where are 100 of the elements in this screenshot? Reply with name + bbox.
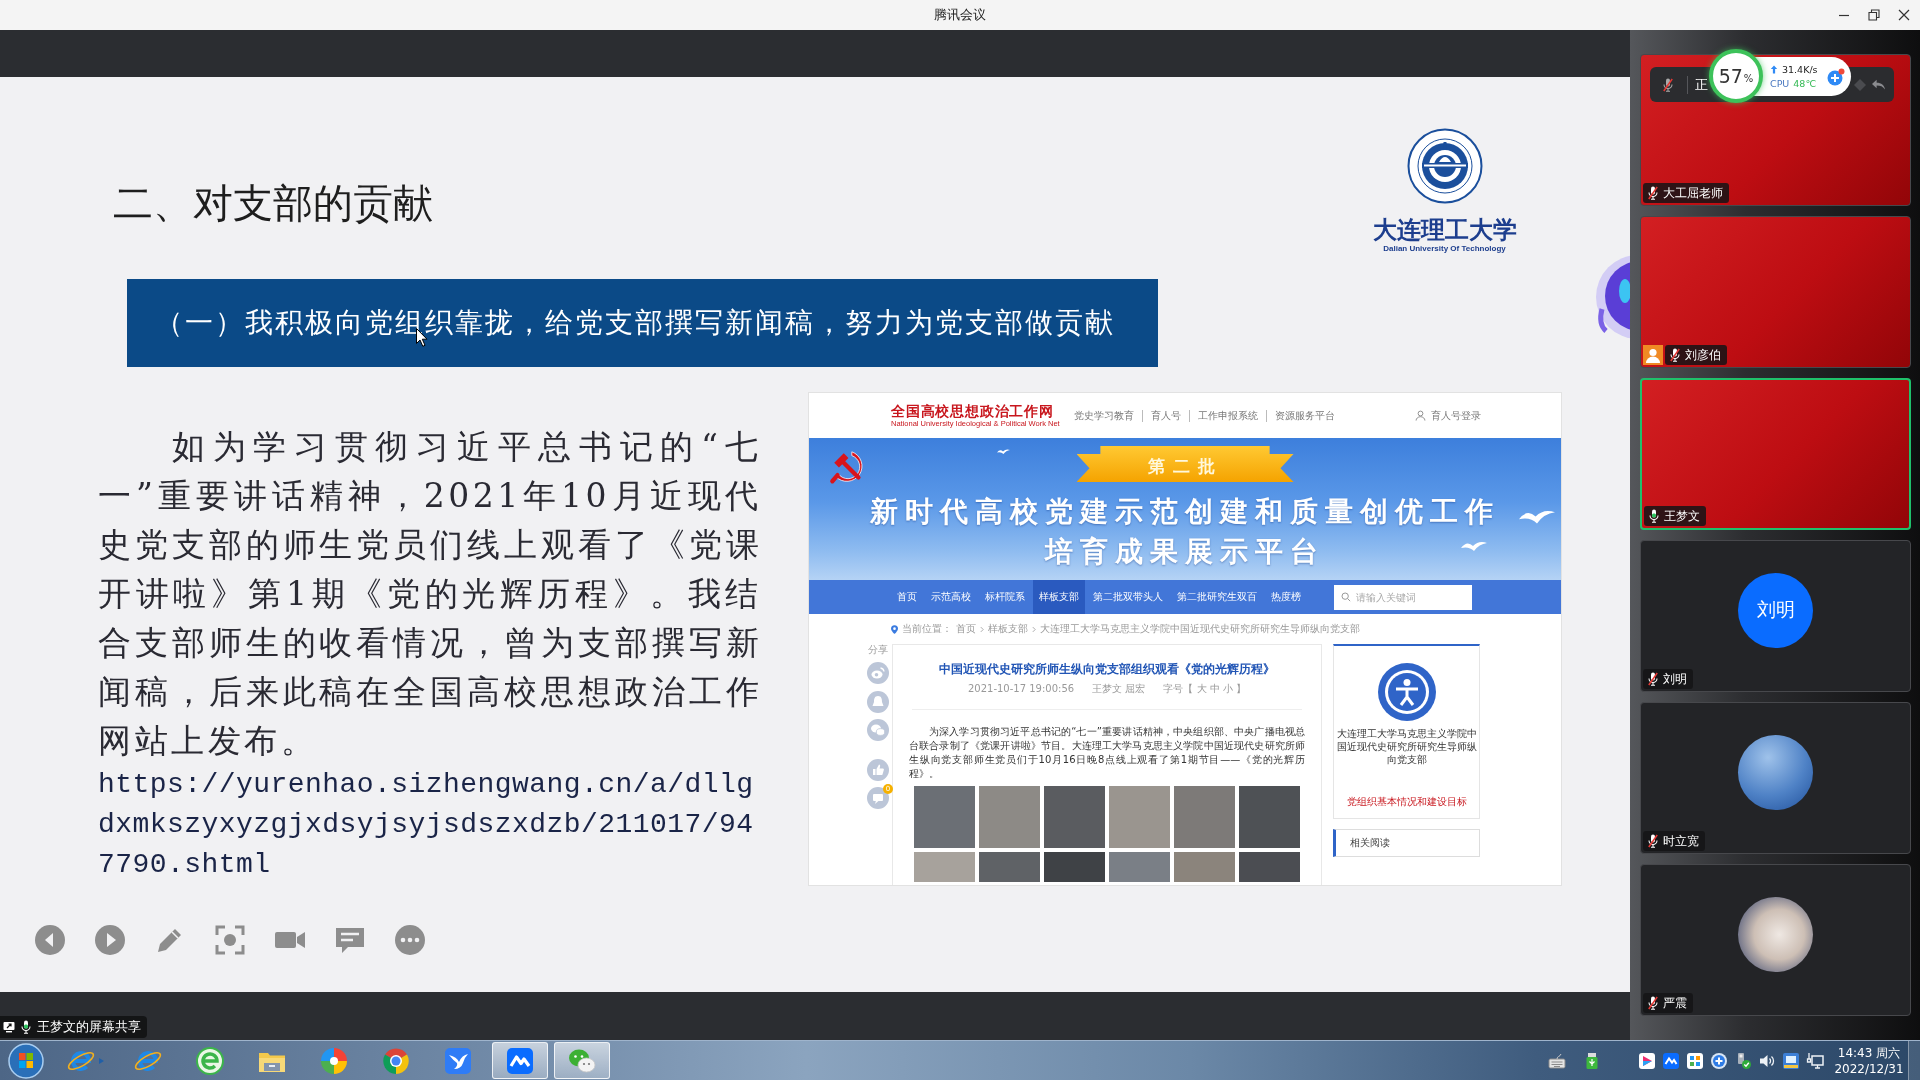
- usage-unit: %: [1743, 74, 1754, 84]
- site-name: 全国高校思想政治工作网: [891, 403, 1054, 419]
- breadcrumb-label: 当前位置：: [902, 622, 952, 636]
- slide-heading: 二、对支部的贡献: [113, 180, 433, 226]
- window-title: 腾讯会议: [934, 6, 986, 24]
- nav-item: 第二批研究生双百: [1176, 590, 1258, 604]
- pin-icon: [891, 624, 898, 634]
- bird-icon: [997, 448, 1010, 455]
- status-text: 正: [1695, 75, 1708, 94]
- pinwheel-icon: [319, 1045, 349, 1076]
- branch-name: 大连理工大学马克思主义学院中国近现代史研究所研究生导师纵向党支部: [1335, 727, 1478, 766]
- wave-logo-icon[interactable]: [1662, 1051, 1680, 1070]
- chevron-icon: [1032, 625, 1036, 633]
- close-icon[interactable]: [1898, 9, 1910, 21]
- chevron-icon: [980, 625, 984, 633]
- photo-placeholder: [914, 786, 975, 848]
- plus-circle-icon[interactable]: [1827, 67, 1845, 86]
- photo-placeholder: [1174, 852, 1235, 882]
- cpu-label: CPU: [1770, 78, 1790, 89]
- seal-icon: [1406, 128, 1483, 204]
- user-icon: [1415, 410, 1426, 421]
- language-icon[interactable]: [1782, 1051, 1800, 1070]
- restore-icon[interactable]: [1868, 9, 1880, 21]
- photo-placeholder: [1239, 786, 1300, 848]
- show-desktop-button[interactable]: [1908, 1041, 1920, 1080]
- diamond-icon: [1853, 77, 1867, 92]
- taskbar-app-button[interactable]: [554, 1042, 610, 1079]
- related-reading-header: 相关阅读: [1333, 829, 1480, 857]
- top-link: 育人号: [1141, 409, 1189, 422]
- start-orb-icon[interactable]: [8, 1042, 44, 1079]
- cpu-temperature: 48℃: [1793, 78, 1817, 89]
- more-icon[interactable]: [394, 924, 426, 956]
- participant-name: 严震: [1663, 994, 1687, 1012]
- up-arrow-icon: [1770, 65, 1778, 74]
- nav-item: 第二批双带头人: [1092, 590, 1164, 604]
- photo-placeholder: [1044, 852, 1105, 882]
- clock-date: 2022/12/31: [1834, 1060, 1904, 1077]
- university-name-en: Dalian University Of Technology: [1383, 244, 1506, 254]
- upload-speed: 31.4K/s: [1782, 64, 1818, 75]
- usage-value: 57: [1718, 66, 1743, 86]
- font-size-options: 字号【 大 中 小 】: [1163, 682, 1247, 695]
- banner-title-line: 新时代高校党建示范创建和质量创优工作: [870, 494, 1500, 530]
- nav-item: 示范高校: [930, 590, 972, 604]
- bell-icon: [867, 691, 889, 713]
- top-link: 工作申报系统: [1188, 409, 1266, 422]
- tricolor-circle-icon: [381, 1045, 411, 1076]
- ribbon-label: 第二批: [1076, 446, 1294, 482]
- mic-icon: [21, 1020, 31, 1034]
- top-link: 党史学习教育: [1072, 409, 1135, 422]
- comment-icon: [867, 787, 889, 809]
- article-date: 2021-10-17 19:00:56: [967, 682, 1075, 695]
- e-logo-icon: [195, 1045, 225, 1076]
- photo-placeholder: [979, 786, 1040, 848]
- url-text: https://yurenhao.sizhengwang.cn/a/dllgdxmkszyxyzgjxdsyjsyjsdszxdzb/211017/947790.shtml: [98, 768, 754, 882]
- banner-title-line: 培育成果展示平台: [1045, 534, 1325, 570]
- nav-item: 首页: [896, 590, 918, 604]
- top-link: 资源服务平台: [1265, 409, 1343, 422]
- play-logo-icon[interactable]: [1638, 1051, 1656, 1070]
- sharer-name: 王梦文的屏幕共享: [37, 1018, 141, 1036]
- plus-circle-icon[interactable]: [1710, 1051, 1728, 1070]
- article-title: 中国近现代史研究所师生纵向党支部组织观看《党的光辉历程》: [939, 661, 1275, 677]
- usb-drive-icon[interactable]: [1583, 1051, 1601, 1070]
- network-icon[interactable]: [1806, 1051, 1824, 1070]
- share-label: 分享: [868, 644, 888, 656]
- photo-placeholder: [1174, 786, 1235, 848]
- viewfinder-icon[interactable]: [214, 924, 246, 956]
- photo-placeholder: [914, 852, 975, 882]
- swirl-icon: [867, 662, 889, 684]
- thumbs-up-icon: [867, 759, 889, 781]
- participant-name: 时立宽: [1663, 832, 1699, 850]
- participant-name: 王梦文: [1664, 507, 1700, 525]
- photo-placeholder: [1109, 852, 1170, 882]
- undo-icon[interactable]: [1871, 78, 1886, 91]
- photo-placeholder: [979, 852, 1040, 882]
- taskbar-app-button[interactable]: [492, 1042, 548, 1079]
- article-authors: 王梦文 屈宏: [1092, 682, 1146, 695]
- grid-icon[interactable]: [1686, 1051, 1704, 1070]
- nav-item: 标杆院系: [984, 590, 1026, 604]
- photo-placeholder: [1239, 852, 1300, 882]
- search-icon: [1341, 592, 1351, 602]
- previous-icon[interactable]: [34, 924, 66, 956]
- bird-icon: [443, 1045, 473, 1076]
- bird-icon: [1519, 508, 1555, 525]
- mic-muted-icon[interactable]: [1663, 77, 1673, 92]
- screen-share-icon: [3, 1021, 15, 1033]
- photo-placeholder: [1109, 786, 1170, 848]
- search-field[interactable]: 请输入关键词: [1334, 584, 1472, 610]
- keyboard-icon[interactable]: [1548, 1051, 1566, 1070]
- clock-time: 14:43 周六: [1837, 1044, 1901, 1061]
- wave-logo-icon: [505, 1045, 535, 1076]
- chat-bubbles-icon: [867, 719, 889, 741]
- figure-emblem-icon: [1377, 663, 1436, 721]
- avatar: 刘明: [1738, 572, 1813, 648]
- play-icon[interactable]: [94, 924, 126, 956]
- article-body: 为深入学习贯彻习近平总书记的“七一”重要讲话精神，中央组织部、中央广播电视总台联合录制了《党课开讲啦》节目。大连理工大学马克思主义学院中国近现代史研究所师生纵向党支部师生党员们于10月16日晚8点线上观看了第1期节目——《党的光辉历程》。: [909, 725, 1305, 781]
- participant-name: 刘彦伯: [1685, 346, 1721, 364]
- nav-item: 热度榜: [1270, 590, 1302, 604]
- slide-paragraph: 如为学习贯彻习近平总书记的“七一”重要讲话精神，2021年10月近现代史党支部的师生党员们线上观看了《党课开讲啦》第1期《党的光辉历程》。我结合支部师生的收看情况，曾为支部撰写新闻稿，后来此稿在全国高校思想政治工作网站上发布。: [98, 426, 762, 762]
- bird-icon: [1461, 540, 1487, 552]
- university-name: 大连理工大学: [1372, 216, 1517, 244]
